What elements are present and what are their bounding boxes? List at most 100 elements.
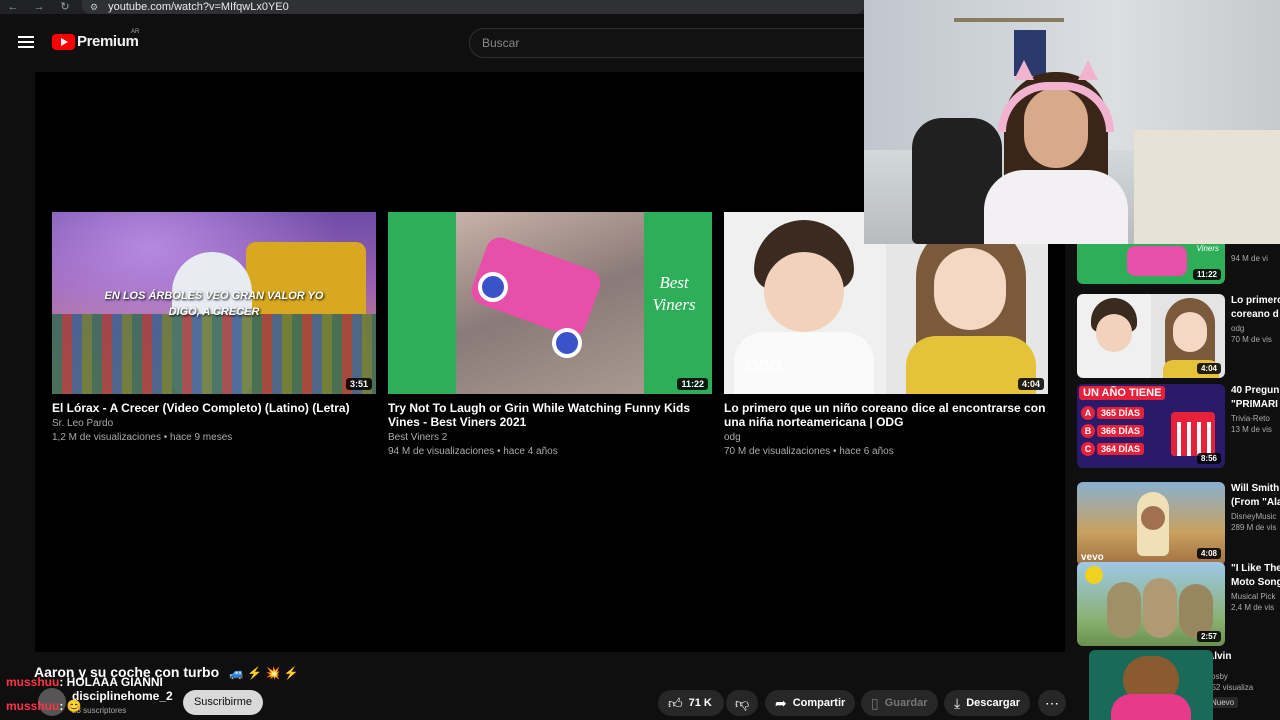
related-video-title[interactable]: Lo primero xyxy=(1231,294,1280,308)
thumbnail-brand: Best Viners xyxy=(652,273,696,314)
youtube-play-icon xyxy=(52,33,75,50)
logo-text: Premium xyxy=(77,33,139,50)
option-text: 364 DÍAS xyxy=(1097,443,1145,455)
forward-arrow-icon[interactable]: → xyxy=(26,0,52,14)
related-video-meta: 152 visualiza xyxy=(1207,683,1254,692)
download-icon: ⤓ xyxy=(954,694,961,711)
endscreen-video-card[interactable]: EN LOS ÁRBOLES VEO GRAN VALOR YO DIGO, A… xyxy=(52,212,376,443)
webcam-overlay xyxy=(864,0,1280,244)
back-arrow-icon[interactable]: ← xyxy=(0,0,26,14)
related-video-item[interactable]: UN AÑO TIENE A 365 DÍAS B 366 DÍAS C 364… xyxy=(1077,384,1280,468)
more-horizontal-icon: ⋯ xyxy=(1045,694,1059,711)
bookmark-icon: ▯ xyxy=(871,694,879,711)
thumbs-down-icon: 👎︎ xyxy=(735,694,750,711)
chat-message: musshuu: 😊 xyxy=(6,699,82,713)
related-videos-sidebar: Viners 11:22 94 M de vi 4:04 Lo primero … xyxy=(1077,244,1280,720)
related-video-meta: 13 M de vis xyxy=(1231,425,1272,434)
related-video-item[interactable]: 4:04 Lo primero coreano d odg 70 M de vi… xyxy=(1077,294,1280,378)
hamburger-menu-icon[interactable] xyxy=(18,36,34,48)
more-actions-button[interactable]: ⋯ xyxy=(1038,690,1066,716)
endscreen-video-meta: 94 M de visualizaciones • hace 4 años xyxy=(388,446,558,457)
download-label: Descargar xyxy=(966,697,1021,709)
related-video-thumbnail[interactable]: 2:57 xyxy=(1077,562,1225,646)
related-video-channel[interactable]: Musical Pick xyxy=(1231,592,1280,601)
channel-logo-icon xyxy=(1085,566,1103,584)
related-video-meta: 289 M de vis xyxy=(1231,523,1277,532)
related-video-thumbnail[interactable]: vevo 4:08 xyxy=(1077,482,1225,566)
related-video-title[interactable]: "I Like The xyxy=(1231,562,1280,576)
download-button[interactable]: ⤓ Descargar xyxy=(944,690,1031,716)
video-duration: 2:57 xyxy=(1196,631,1221,642)
related-video-title-line2[interactable]: coreano d xyxy=(1231,308,1280,322)
option-text: 365 DÍAS xyxy=(1097,407,1145,419)
related-video-channel[interactable]: Trivia-Reto xyxy=(1231,414,1280,423)
video-duration: 8:56 xyxy=(1196,453,1221,464)
dislike-button[interactable]: 👎︎ xyxy=(726,690,758,716)
video-duration: 4:04 xyxy=(1196,363,1221,374)
related-video-title-line2[interactable]: "PRIMARI xyxy=(1231,398,1280,412)
youtube-premium-logo[interactable]: Premium AR xyxy=(52,29,139,50)
video-duration: 4:08 xyxy=(1196,548,1221,559)
related-video-thumbnail[interactable]: Viners 11:22 xyxy=(1077,244,1225,284)
address-bar[interactable]: ⚙ youtube.com/watch?v=MIfqwLx0YE0 xyxy=(82,0,864,14)
endscreen-thumbnail[interactable]: Best Viners 11:22 xyxy=(388,212,712,394)
browser-toolbar: ← → ↻ ⚙ youtube.com/watch?v=MIfqwLx0YE0 xyxy=(0,0,864,14)
related-video-title[interactable]: Alvin xyxy=(1207,650,1267,664)
related-video-title-line2[interactable]: Moto Song xyxy=(1231,576,1280,590)
related-video-channel[interactable]: DisneyMusic xyxy=(1231,512,1280,521)
chat-username: musshuu xyxy=(6,675,60,689)
related-video-meta: 94 M de vi xyxy=(1231,254,1268,263)
chat-username: musshuu xyxy=(6,699,60,713)
endscreen-video-title[interactable]: El Lórax - A Crecer (Video Completo) (La… xyxy=(52,401,376,415)
reload-icon[interactable]: ↻ xyxy=(52,0,78,14)
calendar-icon xyxy=(1171,412,1215,456)
endscreen-video-meta: 70 M de visualizaciones • hace 6 años xyxy=(724,446,894,457)
option-letter: C xyxy=(1081,442,1095,456)
site-info-icon[interactable]: ⚙ xyxy=(90,2,98,13)
endscreen-channel-name[interactable]: odg xyxy=(724,432,1048,443)
endscreen-channel-name[interactable]: Sr. Leo Pardo xyxy=(52,418,376,429)
url-text: youtube.com/watch?v=MIfqwLx0YE0 xyxy=(108,1,289,13)
subscribe-button[interactable]: Suscribirme xyxy=(183,690,263,715)
related-video-meta: 70 M de vis xyxy=(1231,335,1272,344)
thumbnail-banner: UN AÑO TIENE xyxy=(1079,386,1166,400)
related-video-title[interactable]: Will Smith xyxy=(1231,482,1280,496)
video-duration: 11:22 xyxy=(1192,269,1221,280)
endscreen-video-title[interactable]: Try Not To Laugh or Grin While Watching … xyxy=(388,401,712,429)
related-video-title-line2[interactable]: (From "Ala xyxy=(1231,496,1280,510)
endscreen-video-title[interactable]: Lo primero que un niño coreano dice al e… xyxy=(724,401,1048,429)
thumbs-up-icon: 👍︎ xyxy=(668,694,683,711)
region-code: AR xyxy=(131,29,140,35)
thumbnail-brand: Viners xyxy=(1196,244,1219,253)
endscreen-video-card[interactable]: Best Viners 11:22 Try Not To Laugh or Gr… xyxy=(388,212,712,457)
related-video-thumbnail[interactable]: UN AÑO TIENE A 365 DÍAS B 366 DÍAS C 364… xyxy=(1077,384,1225,468)
related-video-title[interactable]: 40 Pregun xyxy=(1231,384,1280,398)
related-video-item[interactable]: Viners 11:22 94 M de vi xyxy=(1077,244,1280,284)
endscreen-channel-name[interactable]: Best Viners 2 xyxy=(388,432,712,443)
chat-message: musshuu: HOLAAA GIANNI xyxy=(6,675,163,689)
related-video-item[interactable]: 2:57 "I Like The Moto Song Musical Pick … xyxy=(1077,562,1280,646)
video-duration: 11:22 xyxy=(677,378,708,390)
chat-text: : 😊 xyxy=(59,699,82,713)
share-button[interactable]: ➦ Compartir xyxy=(765,690,856,716)
related-video-item[interactable]: vevo 4:08 Will Smith (From "Ala DisneyMu… xyxy=(1077,482,1280,566)
like-count: 71 K xyxy=(688,697,712,709)
related-video-channel[interactable]: Josby xyxy=(1207,672,1267,681)
thumbnail-caption: EN LOS ÁRBOLES VEO GRAN VALOR YO DIGO, A… xyxy=(104,290,324,318)
chat-text: : HOLAAA GIANNI xyxy=(59,675,163,689)
youtube-header: Premium AR Buscar xyxy=(0,14,869,72)
video-title-emoji: 🚙 ⚡ 💥 ⚡ xyxy=(229,666,299,680)
option-letter: B xyxy=(1081,424,1095,438)
endscreen-thumbnail[interactable]: EN LOS ÁRBOLES VEO GRAN VALOR YO DIGO, A… xyxy=(52,212,376,394)
search-input[interactable]: Buscar xyxy=(469,28,869,58)
related-video-thumbnail[interactable] xyxy=(1089,650,1213,720)
related-video-channel[interactable]: odg xyxy=(1231,324,1280,333)
like-button[interactable]: 👍︎ 71 K xyxy=(658,690,724,716)
endscreen-video-card[interactable]: ODG 4:04 Lo primero que un niño coreano … xyxy=(724,212,1048,457)
save-button[interactable]: ▯ Guardar xyxy=(861,690,938,716)
related-video-item[interactable]: Alvin Josby 152 visualiza Nuevo xyxy=(1077,650,1280,720)
channel-name[interactable]: disciplinehome_2 xyxy=(72,689,173,703)
search-placeholder: Buscar xyxy=(482,36,520,50)
thumbnail-watermark: ODG xyxy=(746,358,783,375)
related-video-thumbnail[interactable]: 4:04 xyxy=(1077,294,1225,378)
